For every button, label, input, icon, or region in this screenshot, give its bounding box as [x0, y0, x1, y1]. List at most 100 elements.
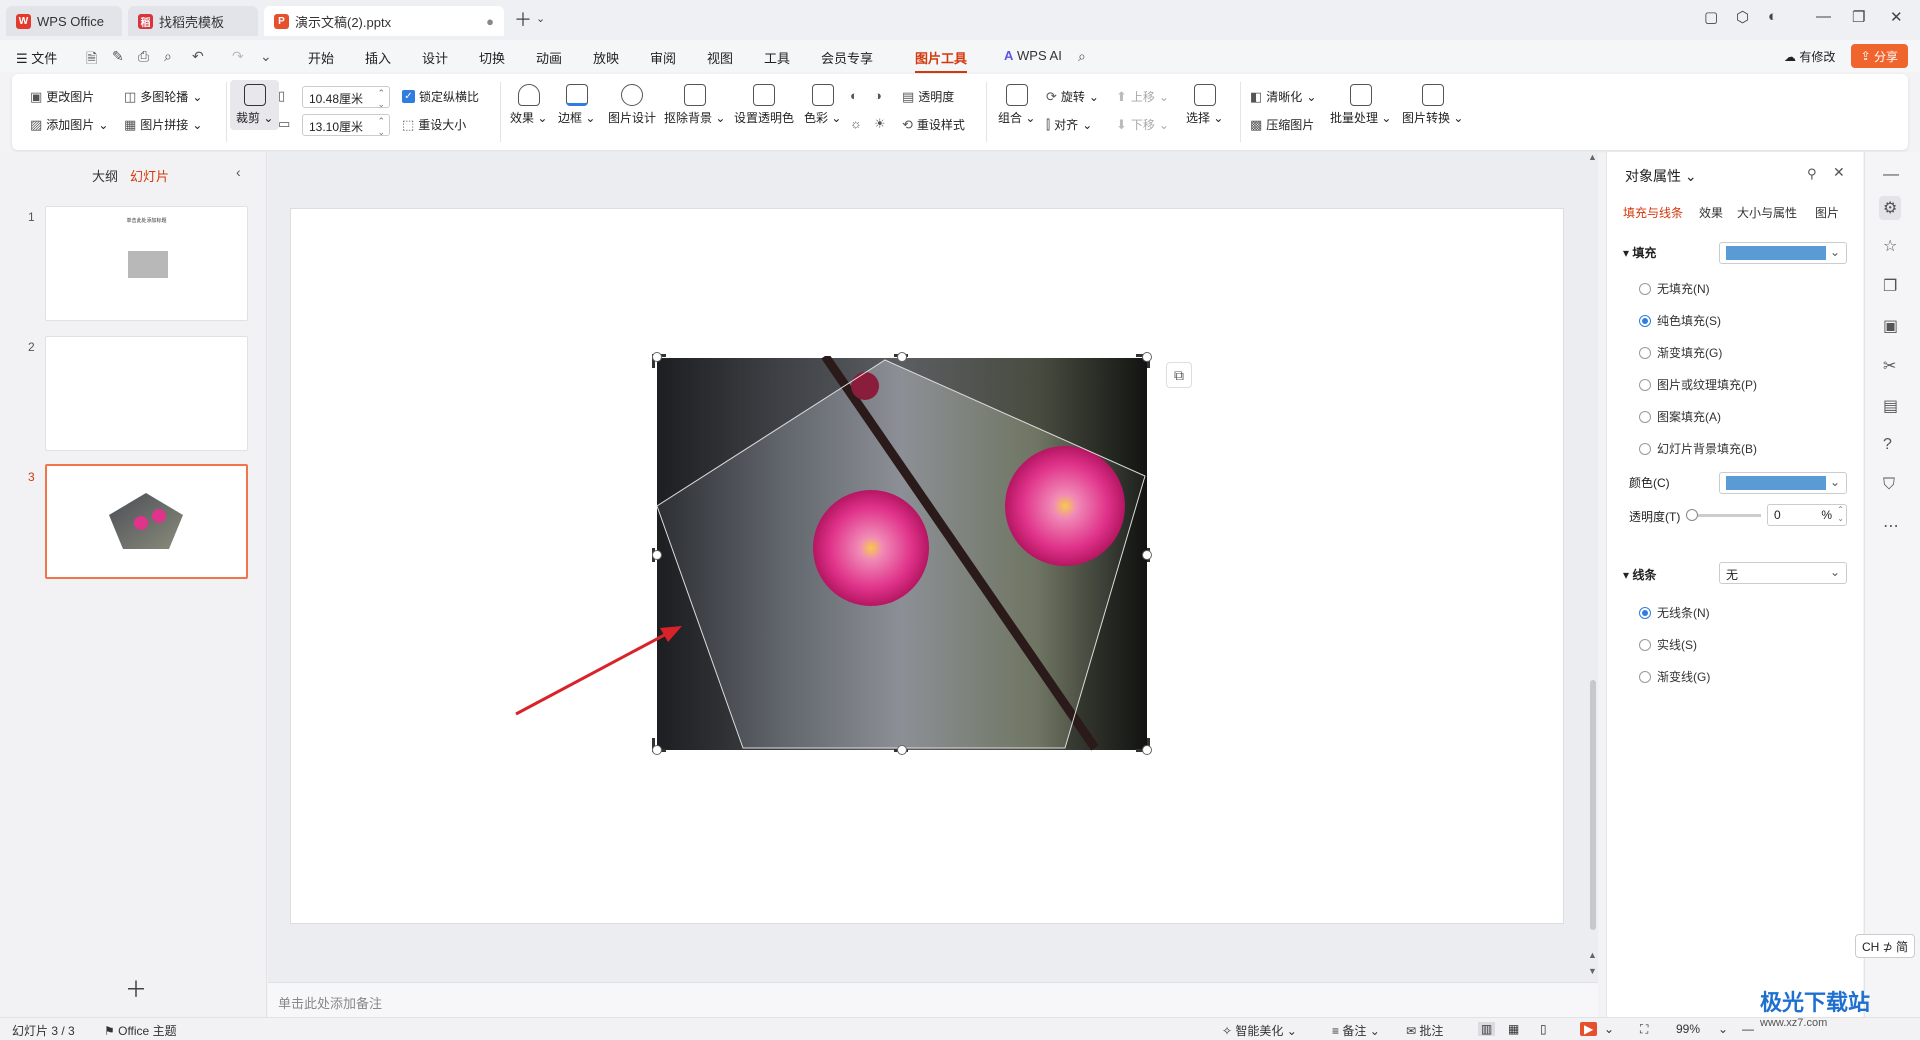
line-option-solid[interactable]: 实线(S)	[1639, 636, 1697, 653]
pin-icon[interactable]: ⚲	[1807, 166, 1817, 182]
resize-handle[interactable]	[1142, 550, 1152, 560]
scroll-next-slide-icon[interactable]: ▼	[1588, 966, 1597, 976]
menu-animation[interactable]: 动画	[536, 48, 562, 67]
cube-icon[interactable]: ⬡	[1736, 8, 1749, 26]
fill-section-header[interactable]: ▾ 填充	[1623, 244, 1656, 261]
notes-area[interactable]: 单击此处添加备注	[268, 982, 1598, 1017]
line-option-gradient[interactable]: 渐变线(G)	[1639, 668, 1710, 685]
reading-view-icon[interactable]: ▯	[1540, 1022, 1547, 1036]
more-icon[interactable]: ⋯	[1883, 516, 1899, 536]
height-stepper-icon[interactable]: ⌃ ⌄	[377, 116, 385, 138]
tab-template[interactable]: 稻 找稻壳模板	[128, 6, 258, 36]
book-icon[interactable]: ▤	[1883, 396, 1898, 416]
batch-process-button[interactable]: 批量处理 ⌄	[1330, 84, 1391, 126]
fill-option-solid[interactable]: 纯色填充(S)	[1639, 312, 1721, 329]
tab-outline[interactable]: 大纲	[92, 166, 118, 185]
picture-convert-button[interactable]: 图片转换 ⌄	[1402, 84, 1463, 126]
close-pane-icon[interactable]: ✕	[1833, 164, 1845, 181]
modified-status[interactable]: ☁ 有修改	[1784, 48, 1835, 65]
menu-transition[interactable]: 切换	[479, 48, 505, 67]
add-picture-button[interactable]: ▨ 添加图片 ⌄	[30, 116, 108, 133]
resize-handle[interactable]	[1142, 352, 1152, 362]
sharpen-button[interactable]: ◧ 清晰化 ⌄	[1250, 88, 1316, 105]
height-field[interactable]: 13.10厘米 ⌃ ⌄	[302, 114, 390, 138]
menu-picture-tools[interactable]: 图片工具	[915, 48, 968, 73]
canvas-scrollbar[interactable]	[1590, 680, 1596, 930]
crop-button[interactable]: 裁剪 ⌄	[230, 80, 280, 130]
notes-toggle-button[interactable]: ≡ 备注 ⌄	[1332, 1022, 1380, 1039]
pane-title[interactable]: 对象属性 ⌄	[1625, 166, 1697, 186]
color-button[interactable]: 色彩 ⌄	[804, 84, 841, 126]
resize-handle[interactable]	[1142, 745, 1152, 755]
more-chevron-icon[interactable]: ⌄	[260, 48, 272, 65]
tab-fill-line[interactable]: 填充与线条	[1623, 204, 1683, 221]
sun-icon[interactable]: ☀	[874, 116, 886, 132]
fill-option-none[interactable]: 无填充(N)	[1639, 280, 1710, 297]
slide-thumbnail-3[interactable]	[45, 464, 248, 579]
scroll-prev-slide-icon[interactable]: ▲	[1588, 950, 1597, 960]
select-button[interactable]: 选择 ⌄	[1186, 84, 1223, 126]
selected-picture[interactable]	[655, 356, 1155, 758]
set-transparent-color-button[interactable]: 设置透明色	[734, 84, 794, 126]
menu-design[interactable]: 设计	[422, 48, 448, 67]
restore-icon[interactable]: ❐	[1852, 8, 1865, 26]
image-edit-icon[interactable]: ▣	[1883, 316, 1898, 336]
line-option-none[interactable]: 无线条(N)	[1639, 604, 1710, 621]
print-preview-icon[interactable]: ⌕	[164, 48, 172, 65]
fill-option-picture-texture[interactable]: 图片或纹理填充(P)	[1639, 376, 1757, 393]
bring-forward-button[interactable]: ⬆ 上移 ⌄	[1116, 88, 1169, 105]
fit-window-icon[interactable]: ⛶	[1640, 1022, 1648, 1037]
transparency-button[interactable]: ▤ 透明度	[902, 88, 954, 105]
brightness-down-icon[interactable]: ◑	[874, 88, 882, 103]
sidebar-collapse-icon[interactable]: —	[1883, 166, 1899, 184]
transparency-slider[interactable]	[1686, 509, 1761, 521]
fill-option-pattern[interactable]: 图案填充(A)	[1639, 408, 1721, 425]
send-backward-button[interactable]: ⬇ 下移 ⌄	[1116, 116, 1169, 133]
tab-document[interactable]: P 演示文稿(2).pptx ●	[264, 6, 504, 36]
slide-thumbnail-1[interactable]: 单击此处添加标题	[45, 206, 248, 321]
menu-start[interactable]: 开始	[308, 48, 334, 67]
quick-crop-icon[interactable]: ⧉	[1166, 362, 1192, 388]
width-field[interactable]: 10.48厘米 ⌃ ⌄	[302, 86, 390, 110]
compress-picture-button[interactable]: ▩ 压缩图片	[1250, 116, 1314, 133]
play-options-chevron-icon[interactable]: ⌄	[1604, 1022, 1614, 1036]
tab-modified-dot-icon[interactable]: ●	[486, 14, 494, 29]
resize-handle[interactable]	[652, 550, 662, 560]
transparency-stepper-icon[interactable]: ⌃ ⌄	[1837, 505, 1844, 523]
scroll-up-icon[interactable]: ▲	[1588, 152, 1597, 162]
resize-handle[interactable]	[897, 352, 907, 362]
fill-option-gradient[interactable]: 渐变填充(G)	[1639, 344, 1722, 361]
menu-view[interactable]: 视图	[707, 48, 733, 67]
reset-style-button[interactable]: ⟲ 重设样式	[902, 116, 965, 133]
print-icon[interactable]: ⎙	[138, 48, 149, 65]
theme-status[interactable]: ⚑ Office 主题	[104, 1022, 177, 1039]
resize-handle[interactable]	[652, 745, 662, 755]
slides-icon[interactable]: ❐	[1883, 276, 1897, 296]
window-view-icon[interactable]: ▢	[1704, 8, 1718, 26]
save-icon[interactable]: 🗎	[86, 48, 97, 72]
star-icon[interactable]: ☆	[1883, 236, 1897, 256]
width-stepper-icon[interactable]: ⌃ ⌄	[377, 88, 385, 110]
play-slideshow-icon[interactable]: ▶	[1580, 1022, 1598, 1036]
contrast-icon[interactable]: ◐	[850, 88, 858, 103]
lock-ratio-checkbox[interactable]: ✓ 锁定纵横比	[402, 88, 479, 105]
align-button[interactable]: ⫿ 对齐 ⌄	[1046, 116, 1092, 133]
sorter-view-icon[interactable]: ▦	[1508, 1022, 1519, 1036]
tab-list-chevron-icon[interactable]: ⌄	[536, 12, 545, 25]
group-button[interactable]: 组合 ⌄	[998, 84, 1035, 126]
tab-picture[interactable]: 图片	[1815, 204, 1839, 221]
zoom-options-chevron-icon[interactable]: ⌄	[1718, 1022, 1728, 1036]
slide-thumbnail-2[interactable]	[45, 336, 248, 451]
normal-view-icon[interactable]: ▥	[1478, 1022, 1496, 1036]
menu-slideshow[interactable]: 放映	[593, 48, 619, 67]
menu-member[interactable]: 会员专享	[821, 48, 873, 67]
fill-option-slide-background[interactable]: 幻灯片背景填充(B)	[1639, 440, 1757, 457]
avatar[interactable]: ◐	[1768, 8, 1777, 25]
resize-handle[interactable]	[652, 352, 662, 362]
redo-icon[interactable]: ↷	[232, 48, 244, 65]
file-menu[interactable]: ☰ 文件	[16, 48, 57, 67]
share-button[interactable]: ⇪ 分享	[1850, 44, 1908, 68]
help-icon[interactable]: ?	[1883, 436, 1892, 454]
multi-carousel-button[interactable]: ◫ 多图轮播 ⌄	[124, 88, 202, 105]
comment-button[interactable]: ✉ 批注	[1406, 1022, 1443, 1039]
